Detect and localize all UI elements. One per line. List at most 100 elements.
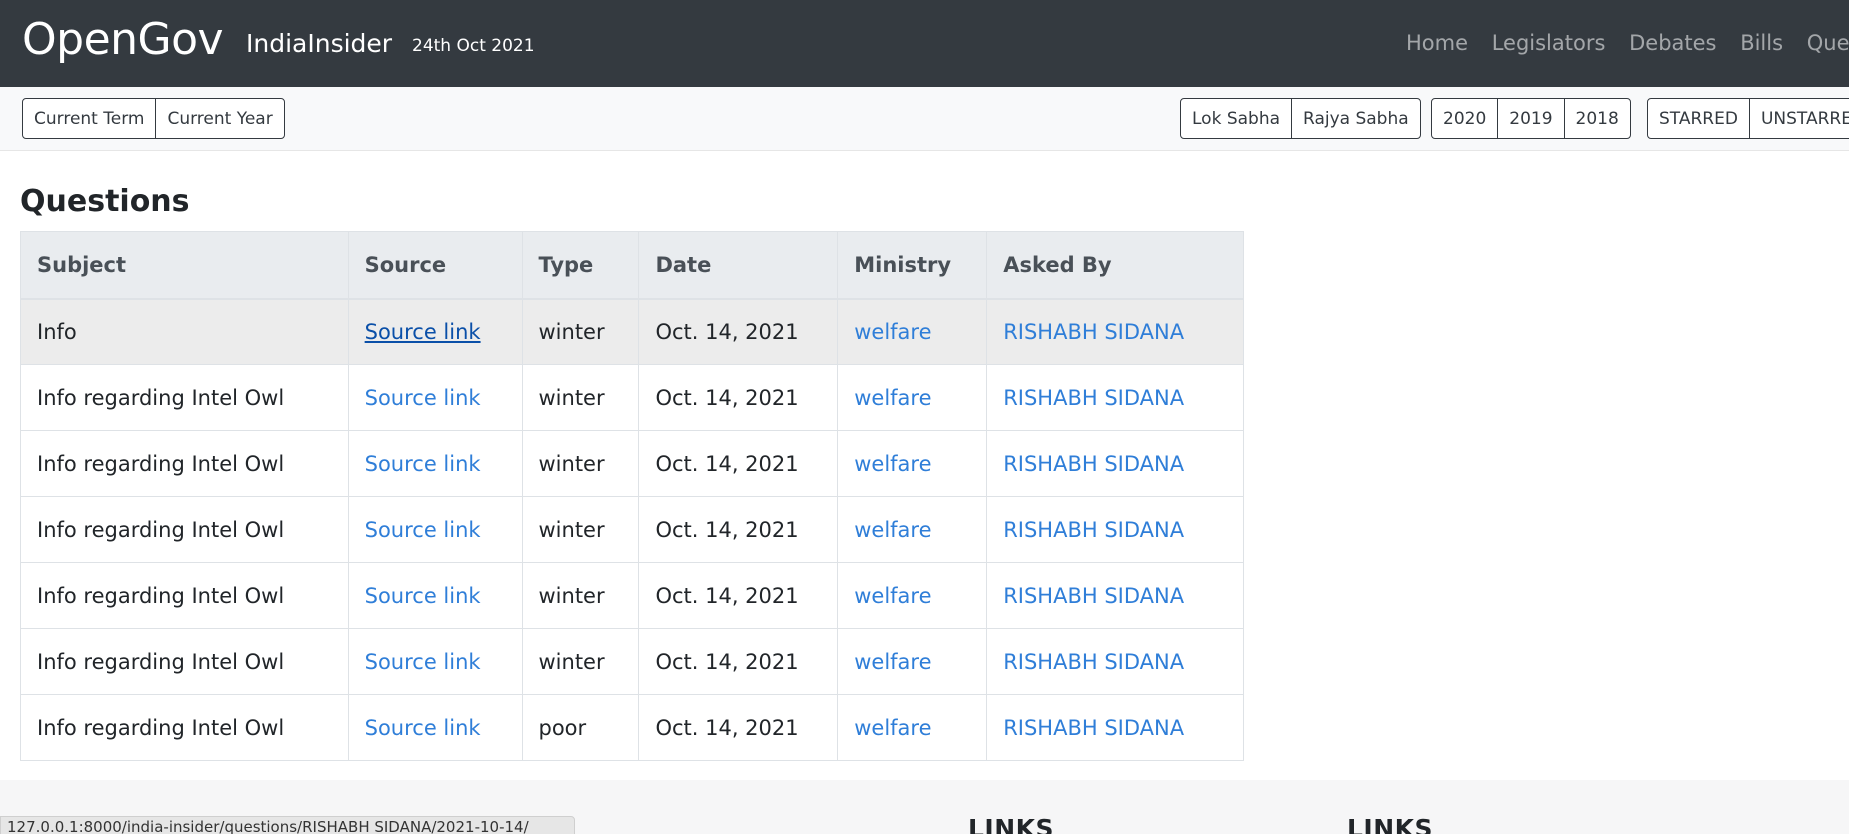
cell-subject: Info regarding Intel Owl [20, 694, 349, 761]
cell-type: winter [521, 430, 640, 497]
column-header-source: Source [347, 231, 523, 300]
cell-type: winter [521, 562, 640, 629]
cell-subject: Info regarding Intel Owl [20, 364, 349, 431]
cell-ministry: welfare [837, 694, 988, 761]
table-row: Info regarding Intel Owl Source link poo… [20, 694, 1244, 761]
ministry-link[interactable]: welfare [854, 650, 931, 674]
table-header-row: Subject Source Type Date Ministry Asked … [20, 231, 1244, 300]
asked-by-link[interactable]: RISHABH SIDANA [1003, 584, 1184, 608]
cell-date: Oct. 14, 2021 [638, 364, 839, 431]
table-row: Info regarding Intel Owl Source link win… [20, 364, 1244, 431]
source-link[interactable]: Source link [365, 716, 481, 740]
asked-by-link[interactable]: RISHABH SIDANA [1003, 716, 1184, 740]
cell-source: Source link [347, 694, 523, 761]
source-link[interactable]: Source link [365, 650, 481, 674]
current-term-button[interactable]: Current Term [22, 98, 157, 139]
status-bar-url: 127.0.0.1:8000/india-insider/questions/R… [0, 816, 575, 834]
year-2018-button[interactable]: 2018 [1563, 98, 1631, 139]
nav-link-debates[interactable]: Debates [1629, 31, 1716, 55]
current-date: 24th Oct 2021 [412, 36, 535, 56]
year-filter-group: 2020 2019 2018 [1431, 98, 1631, 139]
ministry-link[interactable]: welfare [854, 452, 931, 476]
table-row: Info Source link winter Oct. 14, 2021 we… [20, 298, 1244, 365]
asked-by-link[interactable]: RISHABH SIDANA [1003, 386, 1184, 410]
site-name: IndiaInsider [246, 29, 393, 58]
column-header-date: Date [638, 231, 839, 300]
nav-link-questions[interactable]: Questions [1807, 31, 1849, 55]
table-row: Info regarding Intel Owl Source link win… [20, 628, 1244, 695]
source-link[interactable]: Source link [365, 452, 481, 476]
table-row: Info regarding Intel Owl Source link win… [20, 430, 1244, 497]
cell-ministry: welfare [837, 430, 988, 497]
nav-link-home[interactable]: Home [1406, 31, 1468, 55]
cell-subject: Info regarding Intel Owl [20, 496, 349, 563]
cell-ministry: welfare [837, 562, 988, 629]
cell-ministry: welfare [837, 364, 988, 431]
asked-by-link[interactable]: RISHABH SIDANA [1003, 518, 1184, 542]
asked-by-link[interactable]: RISHABH SIDANA [1003, 320, 1184, 344]
ministry-link[interactable]: welfare [854, 386, 931, 410]
asked-by-link[interactable]: RISHABH SIDANA [1003, 452, 1184, 476]
cell-date: Oct. 14, 2021 [638, 694, 839, 761]
cell-ministry: welfare [837, 298, 988, 365]
cell-date: Oct. 14, 2021 [638, 562, 839, 629]
ministry-link[interactable]: welfare [854, 320, 931, 344]
cell-asked-by: RISHABH SIDANA [986, 430, 1244, 497]
cell-subject: Info [20, 298, 349, 365]
term-filter-group: Current Term Current Year [22, 98, 285, 139]
questions-table: Subject Source Type Date Ministry Asked … [20, 231, 1244, 761]
nav-links: Home Legislators Debates Bills Questions [1406, 31, 1849, 55]
footer-links-heading: LINKS [1347, 814, 1434, 834]
ministry-link[interactable]: welfare [854, 518, 931, 542]
column-header-type: Type [521, 231, 640, 300]
cell-ministry: welfare [837, 628, 988, 695]
starred-button[interactable]: STARRED [1647, 98, 1750, 139]
cell-date: Oct. 14, 2021 [638, 628, 839, 695]
cell-asked-by: RISHABH SIDANA [986, 298, 1244, 365]
cell-asked-by: RISHABH SIDANA [986, 496, 1244, 563]
asked-by-link[interactable]: RISHABH SIDANA [1003, 650, 1184, 674]
column-header-ministry: Ministry [837, 231, 988, 300]
year-2020-button[interactable]: 2020 [1431, 98, 1499, 139]
ministry-link[interactable]: welfare [854, 584, 931, 608]
cell-asked-by: RISHABH SIDANA [986, 694, 1244, 761]
current-year-button[interactable]: Current Year [155, 98, 285, 139]
filter-bar: Current Term Current Year Lok Sabha Rajy… [0, 87, 1849, 151]
cell-source: Source link [347, 430, 523, 497]
cell-source: Source link [347, 364, 523, 431]
page-title: Questions [20, 184, 190, 219]
source-link[interactable]: Source link [365, 320, 481, 344]
top-navbar: OpenGov IndiaInsider 24th Oct 2021 Home … [0, 0, 1849, 87]
nav-link-bills[interactable]: Bills [1740, 31, 1783, 55]
source-link[interactable]: Source link [365, 518, 481, 542]
cell-source: Source link [347, 496, 523, 563]
source-link[interactable]: Source link [365, 386, 481, 410]
cell-ministry: welfare [837, 496, 988, 563]
cell-source: Source link [347, 298, 523, 365]
cell-subject: Info regarding Intel Owl [20, 430, 349, 497]
brand-logo[interactable]: OpenGov [22, 14, 224, 65]
source-link[interactable]: Source link [365, 584, 481, 608]
cell-type: winter [521, 628, 640, 695]
lok-sabha-button[interactable]: Lok Sabha [1180, 98, 1293, 139]
table-row: Info regarding Intel Owl Source link win… [20, 496, 1244, 563]
rajya-sabha-button[interactable]: Rajya Sabha [1291, 98, 1421, 139]
question-kind-filter-group: STARRED UNSTARRED [1647, 98, 1849, 139]
cell-subject: Info regarding Intel Owl [20, 628, 349, 695]
cell-subject: Info regarding Intel Owl [20, 562, 349, 629]
year-2019-button[interactable]: 2019 [1497, 98, 1565, 139]
cell-type: winter [521, 364, 640, 431]
footer-links-heading: LINKS [968, 814, 1055, 834]
cell-date: Oct. 14, 2021 [638, 430, 839, 497]
cell-type: winter [521, 298, 640, 365]
table-row: Info regarding Intel Owl Source link win… [20, 562, 1244, 629]
cell-asked-by: RISHABH SIDANA [986, 562, 1244, 629]
cell-date: Oct. 14, 2021 [638, 496, 839, 563]
cell-date: Oct. 14, 2021 [638, 298, 839, 365]
ministry-link[interactable]: welfare [854, 716, 931, 740]
column-header-asked-by: Asked By [986, 231, 1244, 300]
nav-link-legislators[interactable]: Legislators [1492, 31, 1606, 55]
unstarred-button[interactable]: UNSTARRED [1748, 98, 1849, 139]
house-filter-group: Lok Sabha Rajya Sabha [1180, 98, 1421, 139]
cell-asked-by: RISHABH SIDANA [986, 628, 1244, 695]
